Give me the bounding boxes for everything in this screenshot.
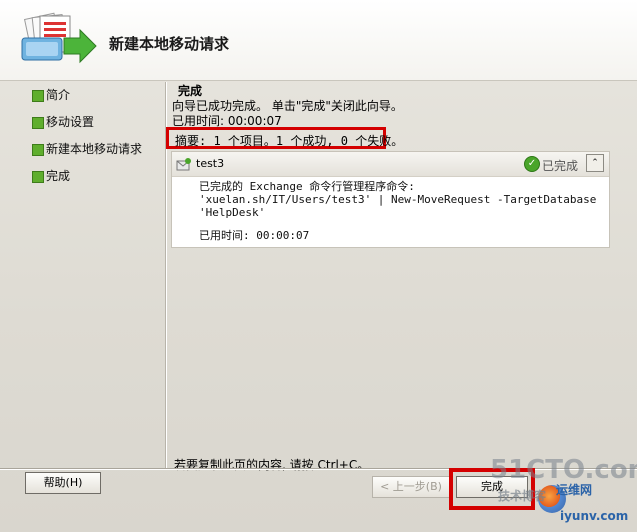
collapse-button[interactable]: ⌃ (586, 154, 604, 172)
step-bullet-icon (32, 117, 44, 129)
result-status: 已完成 (542, 159, 579, 173)
watermark-tag: 技术博客 (498, 489, 547, 503)
command-line: 'xuelan.sh/IT/Users/test3' | New-MoveReq… (199, 193, 597, 206)
item-elapsed-time: 已用时间: 00:00:07 (199, 229, 310, 242)
summary-highlight: 摘要: 1 个项目。1 个成功, 0 个失败。 (166, 127, 403, 149)
step-bullet-icon (32, 144, 44, 156)
result-item-name: test3 (196, 157, 225, 170)
wizard-title: 新建本地移动请求 (109, 35, 230, 53)
step-bullet-icon (32, 171, 44, 183)
copy-hint: 若要复制此页的内容, 请按 Ctrl+C。 (174, 458, 370, 472)
nav-item-move-settings[interactable]: 移动设置 (28, 113, 163, 140)
mailbox-user-icon (176, 157, 192, 171)
nav-item-intro[interactable]: 简介 (28, 86, 163, 113)
nav-item-new-move-request[interactable]: 新建本地移动请求 (28, 140, 163, 167)
step-bullet-icon (32, 90, 44, 102)
summary-text: 摘要: 1 个项目。1 个成功, 0 个失败。 (175, 134, 404, 148)
back-button[interactable]: < 上一步(B) (372, 476, 450, 498)
command-heading: 已完成的 Exchange 命令行管理程序命令: (199, 180, 415, 193)
nav-item-label: 新建本地移动请求 (46, 142, 143, 156)
result-item-body: 已完成的 Exchange 命令行管理程序命令: 'xuelan.sh/IT/U… (199, 180, 596, 242)
nav-item-label: 完成 (46, 169, 71, 183)
watermark-url: iyunv.com (560, 509, 629, 523)
nav-item-label: 移动设置 (46, 115, 95, 129)
result-item-header[interactable]: test3 ✓ 已完成 ⌃ (172, 152, 609, 177)
watermark-brand: 运维网 (556, 483, 593, 497)
wizard-nav: 简介 移动设置 新建本地移动请求 完成 (28, 86, 163, 194)
watermark: 51CTO.com 技术博客 运维网 iyunv.com (490, 455, 637, 530)
nav-item-completion[interactable]: 完成 (28, 167, 163, 194)
wizard-dialog: 新建本地移动请求 简介 移动设置 新建本地移动请求 完成 完成 向导已成功完成。… (0, 0, 637, 532)
check-circle-icon: ✓ (524, 156, 540, 172)
result-item-panel: test3 ✓ 已完成 ⌃ 已完成的 Exchange 命令行管理程序命令: '… (171, 151, 610, 248)
wizard-header: 新建本地移动请求 (0, 0, 637, 81)
command-line-continued: 'HelpDesk' (199, 206, 266, 219)
nav-item-label: 简介 (46, 88, 71, 102)
move-mailbox-icon (20, 10, 100, 74)
help-button[interactable]: 帮助(H) (25, 472, 101, 494)
